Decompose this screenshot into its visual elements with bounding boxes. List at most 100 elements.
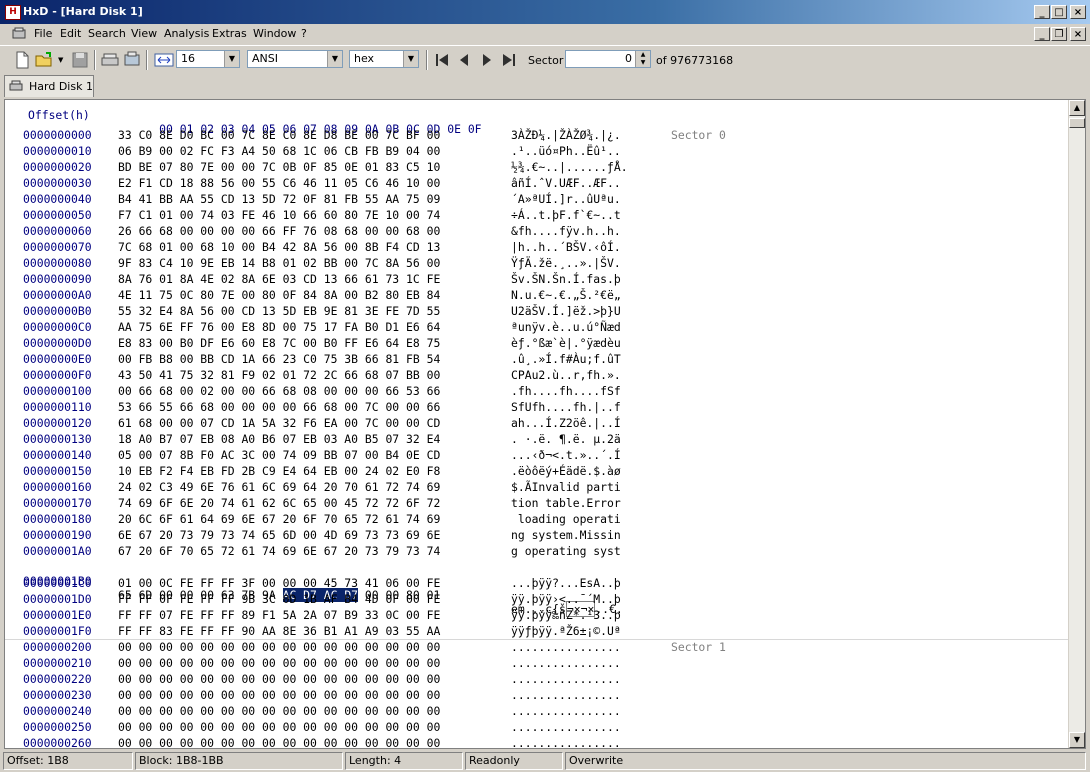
row-hex-bytes[interactable]: 00 00 00 00 00 00 00 00 00 00 00 00 00 0… xyxy=(118,736,440,748)
row-hex-bytes[interactable]: 00 66 68 00 02 00 00 66 68 08 00 00 00 6… xyxy=(118,384,440,398)
open-ram-icon[interactable] xyxy=(122,50,142,70)
row-hex-bytes[interactable]: 6E 67 20 73 79 73 74 65 6D 00 4D 69 73 7… xyxy=(118,528,440,542)
row-ascii[interactable]: ÿÿ.þÿÿ›<..¯´M..þ xyxy=(511,592,621,606)
hex-row[interactable]: 0000000110 53 66 55 66 68 00 00 00 00 66 … xyxy=(5,400,1069,416)
hex-row[interactable]: 00000001C0 01 00 0C FE FF FF 3F 00 00 00 … xyxy=(5,576,1069,592)
chevron-down-icon[interactable]: ▼ xyxy=(327,51,342,67)
row-ascii[interactable]: 3ÀŽĐ¼.|ŽÀŽØ¾.|¿. xyxy=(511,128,621,142)
hex-row[interactable]: 0000000090 8A 76 01 8A 4E 02 8A 6E 03 CD … xyxy=(5,272,1069,288)
hex-row[interactable]: 0000000000 33 C0 8E D0 BC 00 7C 8E C0 8E … xyxy=(5,128,1069,144)
row-hex-bytes[interactable]: 00 FB B8 00 BB CD 1A 66 23 C0 75 3B 66 8… xyxy=(118,352,440,366)
row-hex-bytes[interactable]: 26 66 68 00 00 00 00 66 FF 76 08 68 00 0… xyxy=(118,224,440,238)
hex-row[interactable]: 0000000100 00 66 68 00 02 00 00 66 68 08 … xyxy=(5,384,1069,400)
row-ascii[interactable]: . ·.ë. ¶.ë. µ.2ä xyxy=(511,432,621,446)
hex-row[interactable]: 0000000180 20 6C 6F 61 64 69 6E 67 20 6F … xyxy=(5,512,1069,528)
row-hex-bytes[interactable]: 00 00 00 00 00 00 00 00 00 00 00 00 00 0… xyxy=(118,688,440,702)
row-hex-bytes[interactable]: B4 41 BB AA 55 CD 13 5D 72 0F 81 FB 55 A… xyxy=(118,192,440,206)
row-hex-bytes[interactable]: 10 EB F2 F4 EB FD 2B C9 E4 64 EB 00 24 0… xyxy=(118,464,440,478)
status-readonly[interactable]: Readonly xyxy=(465,752,563,770)
hex-row[interactable]: 00000000C0 AA 75 6E FF 76 00 E8 8D 00 75 … xyxy=(5,320,1069,336)
row-ascii[interactable]: ................ xyxy=(511,720,621,734)
open-folder-icon[interactable] xyxy=(34,50,54,70)
mdi-restore-icon[interactable]: ❐ xyxy=(1051,27,1067,41)
hex-row[interactable]: 00000001A0 67 20 6F 70 65 72 61 74 69 6E … xyxy=(5,544,1069,560)
menu-help[interactable]: ? xyxy=(301,27,307,40)
hex-row[interactable]: 00000000E0 00 FB B8 00 BB CD 1A 66 23 C0 … xyxy=(5,352,1069,368)
row-hex-bytes[interactable]: 06 B9 00 02 FC F3 A4 50 68 1C 06 CB FB B… xyxy=(118,144,440,158)
row-hex-bytes[interactable]: 53 66 55 66 68 00 00 00 00 66 68 00 7C 0… xyxy=(118,400,440,414)
row-hex-bytes[interactable]: 01 00 0C FE FF FF 3F 00 00 00 45 73 41 0… xyxy=(118,576,440,590)
scroll-down-icon[interactable]: ▼ xyxy=(1069,732,1085,748)
chevron-down-icon[interactable]: ▼ xyxy=(224,51,239,67)
row-ascii[interactable]: loading operati xyxy=(511,512,621,526)
row-hex-bytes[interactable]: 43 50 41 75 32 81 F9 02 01 72 2C 66 68 0… xyxy=(118,368,440,382)
row-hex-bytes[interactable]: 00 00 00 00 00 00 00 00 00 00 00 00 00 0… xyxy=(118,640,440,654)
minimize-icon[interactable]: _ xyxy=(1034,5,1050,19)
row-hex-bytes[interactable]: 00 00 00 00 00 00 00 00 00 00 00 00 00 0… xyxy=(118,672,440,686)
hex-row[interactable]: 0000000060 26 66 68 00 00 00 00 66 FF 76 … xyxy=(5,224,1069,240)
hxd-app-icon[interactable]: H xyxy=(5,5,21,20)
row-hex-bytes[interactable]: 18 A0 B7 07 EB 08 A0 B6 07 EB 03 A0 B5 0… xyxy=(118,432,440,446)
hex-row[interactable]: 00000001D0 FF FF 0F FE FF FF 9B 3C 0D 1B … xyxy=(5,592,1069,608)
row-ascii[interactable]: ah...Í.Z2öê.|..Í xyxy=(511,416,621,430)
row-hex-bytes[interactable]: 55 32 E4 8A 56 00 CD 13 5D EB 9E 81 3E F… xyxy=(118,304,440,318)
row-hex-bytes[interactable]: 8A 76 01 8A 4E 02 8A 6E 03 CD 13 66 61 7… xyxy=(118,272,440,286)
hex-row[interactable]: 0000000020 BD BE 07 80 7E 00 00 7C 0B 0F … xyxy=(5,160,1069,176)
scroll-up-icon[interactable]: ▲ xyxy=(1069,100,1085,116)
sector-spinner-icon[interactable]: ▲ ▼ xyxy=(635,51,650,67)
row-ascii[interactable]: N.u.€~.€.„Š.²€ë„ xyxy=(511,288,621,302)
row-hex-bytes[interactable]: 00 00 00 00 00 00 00 00 00 00 00 00 00 0… xyxy=(118,656,440,670)
row-ascii[interactable]: ................ xyxy=(511,672,621,686)
hex-row[interactable]: 0000000050 F7 C1 01 00 74 03 FE 46 10 66 … xyxy=(5,208,1069,224)
hex-view[interactable]: Offset(h) 00 01 02 03 04 05 06 07 08 09 … xyxy=(5,100,1069,748)
hex-row[interactable]: 00000000A0 4E 11 75 0C 80 7E 00 80 0F 84 … xyxy=(5,288,1069,304)
hex-row[interactable]: 00000000B0 55 32 E4 8A 56 00 CD 13 5D EB … xyxy=(5,304,1069,320)
menu-file[interactable]: File xyxy=(34,27,52,40)
charset-select[interactable]: ANSI ▼ xyxy=(247,50,343,68)
mdi-close-icon[interactable]: × xyxy=(1070,27,1086,41)
row-ascii[interactable]: âñÍ.ˆV.UÆF..ÆF.. xyxy=(511,176,621,190)
tab-hard-disk-1[interactable]: Hard Disk 1 xyxy=(4,75,94,97)
row-hex-bytes[interactable]: 05 00 07 8B F0 AC 3C 00 74 09 BB 07 00 B… xyxy=(118,448,440,462)
scroll-thumb[interactable] xyxy=(1069,118,1085,128)
maximize-icon[interactable]: □ xyxy=(1051,5,1067,19)
row-ascii[interactable]: ÿÿ.þÿÿ‰ñZ*.¹3..þ xyxy=(511,608,621,622)
row-ascii[interactable]: ÷Á..t.þF.f`€~..t xyxy=(511,208,621,222)
row-ascii[interactable]: ng system.Missin xyxy=(511,528,621,542)
hex-row[interactable]: 0000000130 18 A0 B7 07 EB 08 A0 B6 07 EB … xyxy=(5,432,1069,448)
row-hex-bytes[interactable]: 74 69 6F 6E 20 74 61 62 6C 65 00 45 72 7… xyxy=(118,496,440,510)
row-ascii[interactable]: $.ÃInvalid parti xyxy=(511,480,621,494)
row-hex-bytes[interactable]: 61 68 00 00 07 CD 1A 5A 32 F6 EA 00 7C 0… xyxy=(118,416,440,430)
row-ascii[interactable]: ÿÿƒþÿÿ.ªŽ6±¡©.Uª xyxy=(511,624,621,638)
hex-row[interactable]: 0000000040 B4 41 BB AA 55 CD 13 5D 72 0F … xyxy=(5,192,1069,208)
hex-row[interactable]: 0000000140 05 00 07 8B F0 AC 3C 00 74 09 … xyxy=(5,448,1069,464)
row-hex-bytes[interactable]: 67 20 6F 70 65 72 61 74 69 6E 67 20 73 7… xyxy=(118,544,440,558)
open-disk-icon[interactable] xyxy=(100,50,120,70)
menu-extras[interactable]: Extras xyxy=(212,27,247,40)
status-insert-mode[interactable]: Overwrite xyxy=(565,752,1086,770)
bytes-per-row-select[interactable]: 16 ▼ xyxy=(176,50,240,68)
row-ascii[interactable]: ...þÿÿ?...EsA..þ xyxy=(511,576,621,590)
menu-view[interactable]: View xyxy=(131,27,157,40)
row-ascii[interactable]: ................ xyxy=(511,640,621,654)
mdi-minimize-icon[interactable]: _ xyxy=(1034,27,1050,41)
menu-analysis[interactable]: Analysis xyxy=(164,27,209,40)
offset-base-select[interactable]: hex ▼ xyxy=(349,50,419,68)
hex-row[interactable]: 00000001E0 FF FF 07 FE FF FF 89 F1 5A 2A … xyxy=(5,608,1069,624)
hex-row[interactable]: 00000000F0 43 50 41 75 32 81 F9 02 01 72 … xyxy=(5,368,1069,384)
row-hex-bytes[interactable]: 00 00 00 00 00 00 00 00 00 00 00 00 00 0… xyxy=(118,720,440,734)
row-hex-bytes[interactable]: 24 02 C3 49 6E 76 61 6C 69 64 20 70 61 7… xyxy=(118,480,440,494)
menu-edit[interactable]: Edit xyxy=(60,27,81,40)
hex-row[interactable]: 0000000170 74 69 6F 6E 20 74 61 62 6C 65 … xyxy=(5,496,1069,512)
row-hex-bytes[interactable]: 00 00 00 00 00 00 00 00 00 00 00 00 00 0… xyxy=(118,704,440,718)
row-hex-bytes[interactable]: FF FF 07 FE FF FF 89 F1 5A 2A 07 B9 33 0… xyxy=(118,608,440,622)
row-ascii[interactable]: ................ xyxy=(511,704,621,718)
row-hex-bytes[interactable]: 7C 68 01 00 68 10 00 B4 42 8A 56 00 8B F… xyxy=(118,240,440,254)
row-ascii[interactable]: .¹..üó¤Ph..Ëû¹.. xyxy=(511,144,621,158)
menu-window[interactable]: Window xyxy=(253,27,296,40)
row-hex-bytes[interactable]: AA 75 6E FF 76 00 E8 8D 00 75 17 FA B0 D… xyxy=(118,320,440,334)
hex-row[interactable]: 0000000210 00 00 00 00 00 00 00 00 00 00 … xyxy=(5,656,1069,672)
hex-row[interactable]: 0000000260 00 00 00 00 00 00 00 00 00 00 … xyxy=(5,736,1069,748)
hex-row[interactable]: 0000000190 6E 67 20 73 79 73 74 65 6D 00 … xyxy=(5,528,1069,544)
disk-doc-icon[interactable] xyxy=(12,27,26,40)
